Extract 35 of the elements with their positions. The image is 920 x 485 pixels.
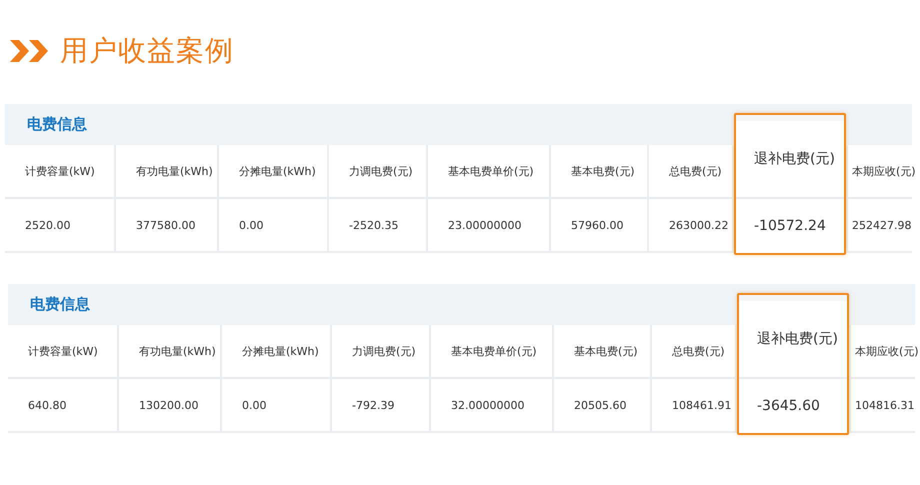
table-cell-text: -10572.24 [753,217,827,236]
table-cell: 23.00000000 [428,199,549,251]
column-header: 计费容量(kW) [8,325,117,377]
table-cell: 108461.91 [652,379,735,431]
column-header: 本期应收(元) [851,325,920,377]
column-header: 基本电费单价(元) [428,145,549,197]
table-cell: 0.00 [222,379,330,431]
column-header: 力调电费(元) [332,325,429,377]
table-cell: 2520.00 [5,199,114,251]
column-header: 有功电量(kWh) [116,145,217,197]
table-cell: 263000.22 [649,199,732,251]
table-cell: 20505.60 [554,379,650,431]
page-title: 用户收益案例 [60,33,234,69]
column-header: 基本电费(元) [551,145,647,197]
table-cell: -2520.35 [329,199,426,251]
column-header: 基本电费单价(元) [431,325,552,377]
column-header: 有功电量(kWh) [119,325,220,377]
column-header: 基本电费(元) [554,325,650,377]
table-cell: -792.39 [332,379,429,431]
column-header: 总电费(元) [652,325,735,377]
column-header: 分摊电量(kWh) [219,145,327,197]
column-header: 力调电费(元) [329,145,426,197]
column-header: 总电费(元) [649,145,732,197]
column-header: 分摊电量(kWh) [222,325,330,377]
table-cell: 0.00 [219,199,327,251]
double-chevron-icon [10,40,50,62]
table-cell: 130200.00 [119,379,220,431]
table-cell: 640.80 [8,379,117,431]
table-cell-text: -3645.60 [756,397,821,416]
column-header: 计费容量(kW) [5,145,114,197]
table-cell: 377580.00 [116,199,217,251]
table-title: 电费信息 [30,295,90,314]
table-title: 电费信息 [27,115,87,134]
table-cell: 57960.00 [551,199,647,251]
table-cell: 32.00000000 [431,379,552,431]
